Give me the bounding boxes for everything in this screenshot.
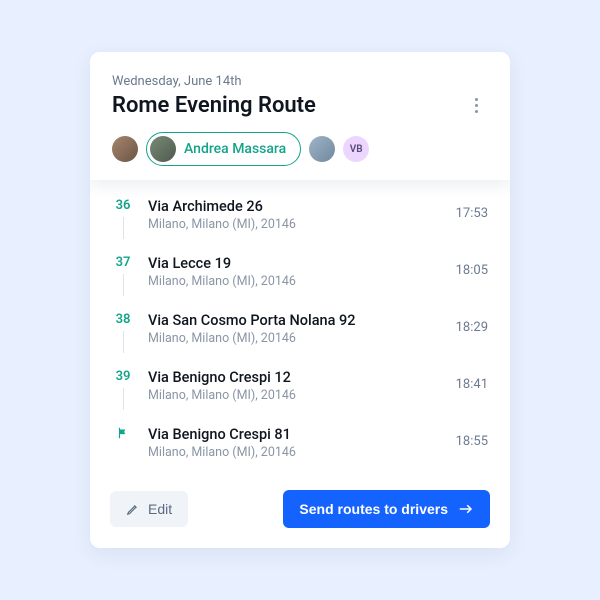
drivers-row: Andrea Massara VB xyxy=(112,132,488,166)
send-label: Send routes to drivers xyxy=(299,501,448,517)
stop-row[interactable]: Via Benigno Crespi 81 Milano, Milano (MI… xyxy=(112,418,488,468)
stop-address: Via Lecce 19 Milano, Milano (MI), 20146 xyxy=(148,255,442,289)
send-button[interactable]: Send routes to drivers xyxy=(283,490,490,528)
route-title: Rome Evening Route xyxy=(112,93,316,118)
stop-street: Via Lecce 19 xyxy=(148,255,442,272)
stop-city: Milano, Milano (MI), 20146 xyxy=(148,445,442,460)
card-footer: Edit Send routes to drivers xyxy=(90,474,510,548)
selected-driver-name: Andrea Massara xyxy=(184,141,286,157)
connector-line xyxy=(123,331,124,353)
stop-number-col: 36 xyxy=(112,198,134,239)
stop-street: Via Benigno Crespi 81 xyxy=(148,426,442,443)
stop-time: 17:53 xyxy=(456,198,488,221)
stop-time: 18:29 xyxy=(456,312,488,335)
stop-row[interactable]: 38 Via San Cosmo Porta Nolana 92 Milano,… xyxy=(112,304,488,361)
stop-address: Via Benigno Crespi 81 Milano, Milano (MI… xyxy=(148,426,442,460)
stop-number: 39 xyxy=(116,369,131,384)
destination-flag-icon xyxy=(116,426,130,444)
stop-time: 18:41 xyxy=(456,369,488,392)
pencil-icon xyxy=(126,502,140,516)
stop-city: Milano, Milano (MI), 20146 xyxy=(148,217,442,232)
stop-row[interactable]: 36 Via Archimede 26 Milano, Milano (MI),… xyxy=(112,190,488,247)
stop-address: Via San Cosmo Porta Nolana 92 Milano, Mi… xyxy=(148,312,442,346)
stop-street: Via Archimede 26 xyxy=(148,198,442,215)
card-header: Wednesday, June 14th Rome Evening Route … xyxy=(90,52,510,180)
connector-line xyxy=(123,217,124,239)
stop-city: Milano, Milano (MI), 20146 xyxy=(148,331,442,346)
stop-row[interactable]: 39 Via Benigno Crespi 12 Milano, Milano … xyxy=(112,361,488,418)
stop-address: Via Benigno Crespi 12 Milano, Milano (MI… xyxy=(148,369,442,403)
avatar[interactable] xyxy=(112,136,138,162)
stop-time: 18:55 xyxy=(456,426,488,449)
route-date: Wednesday, June 14th xyxy=(112,74,488,89)
stop-city: Milano, Milano (MI), 20146 xyxy=(148,274,442,289)
stop-street: Via Benigno Crespi 12 xyxy=(148,369,442,386)
stop-number: 38 xyxy=(116,312,131,327)
title-row: Rome Evening Route xyxy=(112,93,488,118)
more-options-icon[interactable] xyxy=(464,94,488,118)
edit-label: Edit xyxy=(148,501,172,517)
stop-number: 37 xyxy=(116,255,131,270)
stop-row[interactable]: 37 Via Lecce 19 Milano, Milano (MI), 201… xyxy=(112,247,488,304)
route-card: Wednesday, June 14th Rome Evening Route … xyxy=(90,52,510,548)
avatar[interactable]: VB xyxy=(343,136,369,162)
stop-time: 18:05 xyxy=(456,255,488,278)
stop-number-col: 39 xyxy=(112,369,134,410)
edit-button[interactable]: Edit xyxy=(110,491,188,527)
selected-driver-chip[interactable]: Andrea Massara xyxy=(146,132,301,166)
stop-city: Milano, Milano (MI), 20146 xyxy=(148,388,442,403)
stops-list: 36 Via Archimede 26 Milano, Milano (MI),… xyxy=(90,180,510,474)
stop-number-col xyxy=(112,426,134,444)
avatar[interactable] xyxy=(309,136,335,162)
stop-address: Via Archimede 26 Milano, Milano (MI), 20… xyxy=(148,198,442,232)
connector-line xyxy=(123,388,124,410)
avatar xyxy=(150,136,176,162)
connector-line xyxy=(123,274,124,296)
stop-number-col: 38 xyxy=(112,312,134,353)
stop-number-col: 37 xyxy=(112,255,134,296)
stop-street: Via San Cosmo Porta Nolana 92 xyxy=(148,312,442,329)
stop-number: 36 xyxy=(116,198,131,213)
send-icon xyxy=(458,504,474,514)
